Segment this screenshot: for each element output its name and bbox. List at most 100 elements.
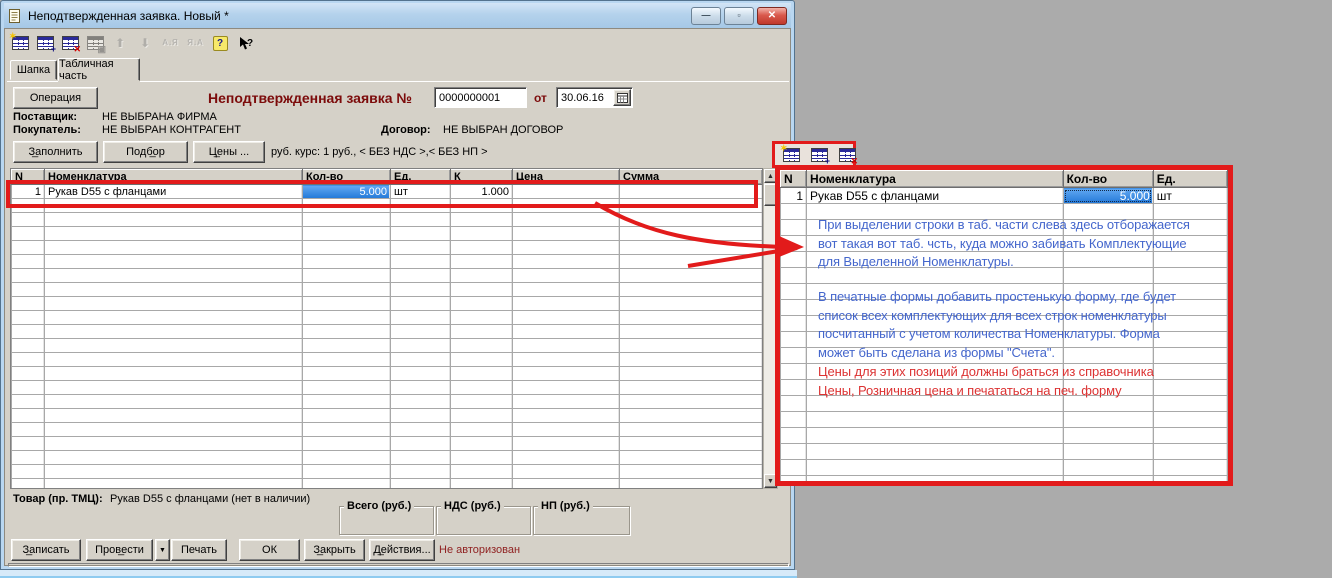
table-cell[interactable] <box>451 367 513 381</box>
table-cell[interactable] <box>303 423 391 437</box>
table-cell[interactable] <box>451 227 513 241</box>
calendar-button[interactable] <box>613 89 631 106</box>
table-cell[interactable] <box>451 409 513 423</box>
selected-cell[interactable]: 5.000 <box>303 185 391 199</box>
table-cell[interactable] <box>303 241 391 255</box>
table-cell[interactable] <box>620 199 763 213</box>
pick-button[interactable]: Подб̲ор <box>103 141 188 163</box>
table-cell[interactable] <box>45 437 303 451</box>
add-row-icon[interactable]: + <box>809 146 829 164</box>
table-cell[interactable] <box>620 283 763 297</box>
minimize-button[interactable]: — <box>691 7 721 25</box>
table-cell[interactable]: Рукав D55 с фланцами <box>45 185 303 199</box>
table-cell[interactable] <box>620 479 763 490</box>
table-cell[interactable] <box>513 269 620 283</box>
table-cell[interactable] <box>12 479 45 490</box>
context-help-icon[interactable]: ? <box>235 34 255 52</box>
table-cell[interactable] <box>513 185 620 199</box>
table-cell[interactable] <box>12 395 45 409</box>
table-cell[interactable] <box>45 479 303 490</box>
table-cell[interactable] <box>513 479 620 490</box>
table-cell[interactable] <box>620 465 763 479</box>
table-cell[interactable] <box>12 451 45 465</box>
table-cell[interactable] <box>303 213 391 227</box>
table-cell[interactable] <box>45 339 303 353</box>
table-cell[interactable] <box>1063 460 1153 476</box>
table-cell[interactable]: 1 <box>781 188 807 204</box>
table-cell[interactable] <box>1153 412 1227 428</box>
table-cell[interactable] <box>620 185 763 199</box>
table-cell[interactable] <box>513 367 620 381</box>
new-row-icon[interactable]: ✶ <box>781 146 801 164</box>
table-cell[interactable] <box>45 227 303 241</box>
table-cell[interactable] <box>391 353 451 367</box>
table-cell[interactable] <box>391 255 451 269</box>
tab-shapka[interactable]: Шапка <box>10 60 57 80</box>
table-cell[interactable] <box>12 465 45 479</box>
prices-button[interactable]: Ц̲ены ... <box>193 141 265 163</box>
table-cell[interactable] <box>45 451 303 465</box>
post-dropdown-icon[interactable]: ▼ <box>155 539 170 561</box>
table-cell[interactable] <box>45 395 303 409</box>
table-cell[interactable] <box>1153 476 1227 482</box>
table-cell[interactable] <box>303 325 391 339</box>
table-cell[interactable] <box>12 283 45 297</box>
table-cell[interactable] <box>451 451 513 465</box>
table-cell[interactable] <box>451 423 513 437</box>
table-cell[interactable] <box>12 241 45 255</box>
table-cell[interactable] <box>781 220 807 236</box>
table-cell[interactable] <box>513 325 620 339</box>
table-cell[interactable] <box>303 479 391 490</box>
table-cell[interactable] <box>12 199 45 213</box>
table-cell[interactable] <box>391 311 451 325</box>
table-cell[interactable] <box>451 325 513 339</box>
table-cell[interactable] <box>451 283 513 297</box>
table-cell[interactable] <box>12 437 45 451</box>
table-cell[interactable] <box>12 269 45 283</box>
table-cell[interactable] <box>513 255 620 269</box>
actions-button[interactable]: Д̲ействия... <box>369 539 435 561</box>
table-cell[interactable] <box>303 311 391 325</box>
table-cell[interactable] <box>12 325 45 339</box>
table-cell[interactable] <box>303 451 391 465</box>
tab-tablichnaya-chast[interactable]: Табличная часть <box>58 58 140 81</box>
table-cell[interactable] <box>781 284 807 300</box>
table-cell[interactable] <box>620 311 763 325</box>
table-cell[interactable] <box>807 460 1064 476</box>
table-cell[interactable] <box>781 412 807 428</box>
table-cell[interactable] <box>1063 476 1153 482</box>
table-cell[interactable] <box>391 423 451 437</box>
table-cell[interactable] <box>1153 428 1227 444</box>
table-cell[interactable] <box>781 332 807 348</box>
table-cell[interactable] <box>807 444 1064 460</box>
table-cell[interactable] <box>12 297 45 311</box>
table-cell[interactable] <box>45 409 303 423</box>
table-cell[interactable] <box>451 297 513 311</box>
table-cell[interactable] <box>12 367 45 381</box>
table-cell[interactable] <box>513 395 620 409</box>
table-cell[interactable] <box>1153 444 1227 460</box>
table-cell[interactable] <box>513 283 620 297</box>
table-cell[interactable] <box>620 381 763 395</box>
table-cell[interactable] <box>513 423 620 437</box>
table-cell[interactable] <box>513 451 620 465</box>
table-cell[interactable] <box>12 311 45 325</box>
table-cell[interactable] <box>391 339 451 353</box>
table-cell[interactable] <box>391 395 451 409</box>
table-cell[interactable] <box>303 269 391 283</box>
table-cell[interactable] <box>391 213 451 227</box>
table-cell[interactable] <box>451 311 513 325</box>
table-cell[interactable] <box>451 269 513 283</box>
table-cell[interactable] <box>781 364 807 380</box>
table-cell[interactable] <box>451 213 513 227</box>
table-cell[interactable] <box>781 380 807 396</box>
table-cell[interactable] <box>303 199 391 213</box>
table-cell[interactable] <box>303 283 391 297</box>
table-cell[interactable] <box>513 409 620 423</box>
table-cell[interactable] <box>391 325 451 339</box>
table-cell[interactable] <box>620 451 763 465</box>
table-cell[interactable] <box>303 381 391 395</box>
table-cell[interactable] <box>451 465 513 479</box>
table-cell[interactable] <box>451 353 513 367</box>
table-cell[interactable] <box>303 437 391 451</box>
